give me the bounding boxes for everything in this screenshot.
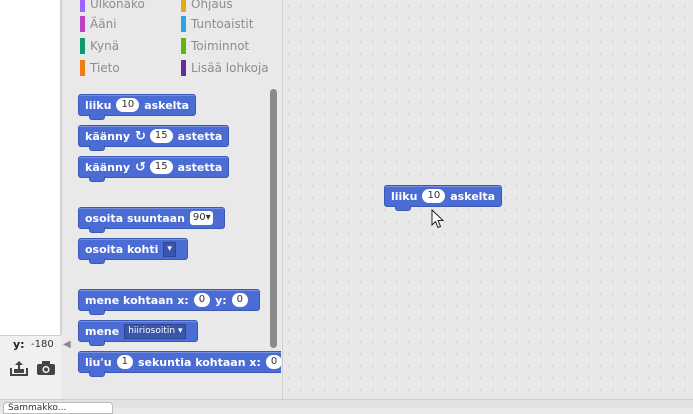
block-point-in-direction[interactable]: osoita suuntaan 90▾	[78, 207, 225, 233]
block-text: käänny	[85, 129, 130, 143]
category-label: Ulkonäkö	[90, 0, 145, 11]
x-input[interactable]: 0	[193, 293, 211, 307]
direction-dropdown[interactable]: 90▾	[189, 211, 213, 225]
sprite-tab[interactable]: Sammakko...	[3, 402, 113, 414]
block-text: liiku	[391, 189, 418, 203]
mouse-coordinates-bar: y: -180	[0, 335, 61, 354]
category-operators[interactable]: Toiminnot	[181, 38, 249, 54]
category-label: Kynä	[90, 39, 120, 53]
category-swatch	[181, 38, 186, 54]
rotate-counterclockwise-icon: ↺	[135, 159, 146, 175]
target-dropdown[interactable]: ▾	[163, 241, 176, 257]
block-point-towards[interactable]: osoita kohti ▾	[78, 238, 188, 264]
category-swatch	[80, 0, 85, 12]
block-categories: Ulkonäkö Ääni Kynä Tieto Ohjaus Tuntoais…	[73, 0, 281, 85]
category-label: Ohjaus	[191, 0, 233, 11]
degrees-input[interactable]: 15	[149, 160, 173, 174]
stage-edge	[60, 0, 61, 335]
category-sensing[interactable]: Tuntoaistit	[181, 16, 253, 32]
chevron-down-icon: ▾	[167, 243, 172, 254]
seconds-input[interactable]: 1	[116, 355, 133, 369]
blocks-palette: liiku 10 askelta käänny ↻ 15 astetta kää…	[73, 85, 281, 399]
go-to-target-dropdown[interactable]: hiiriosoitin ▾	[124, 323, 187, 339]
block-text: liu'u	[85, 355, 112, 369]
steps-input[interactable]: 10	[116, 98, 140, 112]
stage-panel[interactable]	[0, 0, 62, 335]
block-text: astetta	[177, 160, 223, 174]
direction-value: 90	[192, 212, 206, 223]
block-text: y:	[215, 293, 227, 307]
category-label: Toiminnot	[191, 39, 250, 53]
category-sound[interactable]: Ääni	[80, 16, 117, 32]
block-text: askelta	[144, 98, 190, 112]
block-text: mene kohtaan x:	[85, 293, 189, 307]
category-looks[interactable]: Ulkonäkö	[80, 0, 145, 12]
go-to-target-value: hiiriosoitin	[128, 325, 176, 336]
category-swatch	[80, 60, 85, 76]
steps-input[interactable]: 10	[422, 189, 446, 203]
category-label: Ääni	[90, 17, 117, 31]
block-text: askelta	[450, 189, 496, 203]
block-text: sekuntia kohtaan x:	[137, 355, 261, 369]
category-swatch	[80, 38, 85, 54]
block-go-to-xy[interactable]: mene kohtaan x: 0 y: 0	[78, 289, 261, 315]
category-swatch	[181, 16, 186, 32]
chevron-down-icon: ▾	[177, 325, 183, 336]
collapse-stage-arrow-icon[interactable]: ◀	[63, 338, 71, 352]
x-input[interactable]: 0	[265, 355, 281, 369]
block-text: liiku	[85, 98, 112, 112]
block-move-steps[interactable]: liiku 10 askelta	[78, 94, 197, 120]
category-label: Tuntoaistit	[191, 17, 254, 31]
mouse-pointer-icon	[431, 209, 445, 229]
category-more-blocks[interactable]: Lisää lohkoja	[181, 60, 269, 76]
degrees-input[interactable]: 15	[149, 129, 173, 143]
category-label: Lisää lohkoja	[191, 61, 269, 75]
rotate-clockwise-icon: ↻	[135, 128, 146, 144]
y-input[interactable]: 0	[231, 293, 249, 307]
block-text: osoita kohti	[85, 242, 159, 256]
block-text: astetta	[177, 129, 223, 143]
category-control[interactable]: Ohjaus	[181, 0, 233, 12]
new-sprite-tools	[0, 354, 61, 402]
category-swatch	[80, 16, 85, 32]
category-pen[interactable]: Kynä	[80, 38, 119, 54]
category-swatch	[181, 60, 186, 76]
block-text: käänny	[85, 160, 130, 174]
block-turn-right[interactable]: käänny ↻ 15 astetta	[78, 125, 230, 151]
category-data[interactable]: Tieto	[80, 60, 120, 76]
chevron-down-icon: ▾	[205, 212, 211, 223]
block-text: mene	[85, 324, 120, 338]
script-block-move-steps[interactable]: liiku 10 askelta	[384, 185, 503, 211]
y-coordinate-value: -180	[31, 339, 54, 350]
y-coordinate-label: y:	[13, 338, 25, 351]
camera-icon[interactable]	[36, 360, 56, 376]
upload-sprite-icon[interactable]	[9, 360, 29, 376]
category-label: Tieto	[90, 61, 120, 75]
category-swatch	[181, 0, 186, 12]
block-go-to[interactable]: mene hiiriosoitin ▾	[78, 320, 199, 346]
palette-scrollbar[interactable]	[270, 89, 277, 348]
scripts-area[interactable]: liiku 10 askelta	[282, 0, 693, 399]
block-text: osoita suuntaan	[85, 211, 185, 225]
block-turn-left[interactable]: käänny ↺ 15 astetta	[78, 156, 230, 182]
block-glide[interactable]: liu'u 1 sekuntia kohtaan x: 0 y:	[78, 351, 281, 377]
